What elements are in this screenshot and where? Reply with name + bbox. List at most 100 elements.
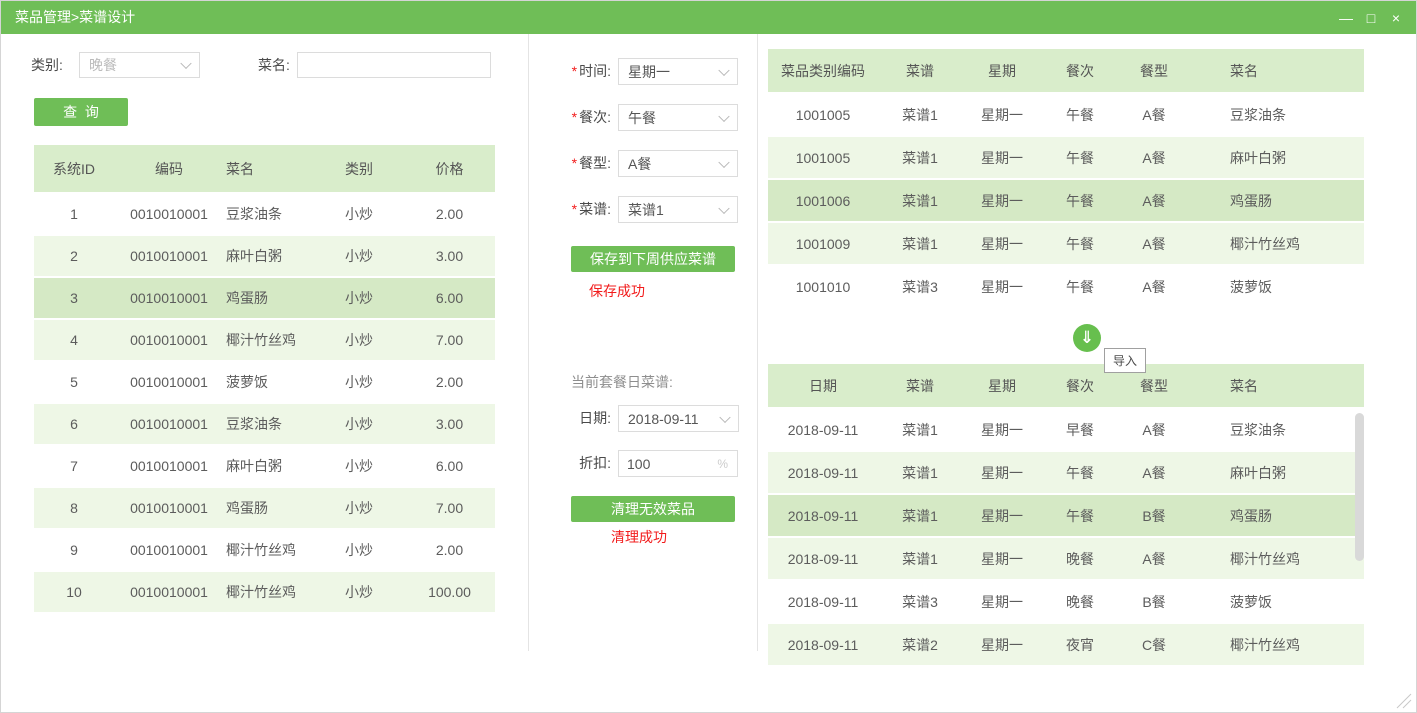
table-cell: 2018-09-11 <box>768 624 878 665</box>
table-cell: 菜谱1 <box>878 137 962 178</box>
table-cell: 0010010001 <box>114 404 224 444</box>
dish-table: 系统ID编码菜名类别价格10010010001豆浆油条小炒2.002001001… <box>34 145 495 614</box>
table-row[interactable]: 1001005菜谱1星期一午餐A餐麻叶白粥 <box>768 137 1364 180</box>
meal-select-value: 午餐 <box>628 108 656 128</box>
table-cell: A餐 <box>1118 538 1190 579</box>
table-row[interactable]: 2018-09-11菜谱3星期一晚餐B餐菠萝饭 <box>768 581 1364 624</box>
column-header: 日期 <box>768 364 878 407</box>
column-header: 类别 <box>314 145 404 192</box>
table-cell: 午餐 <box>1042 495 1118 536</box>
table-cell: 7.00 <box>404 488 495 528</box>
required-asterisk: * <box>572 155 577 171</box>
table-cell: 小炒 <box>314 320 404 360</box>
table-cell: C餐 <box>1118 624 1190 665</box>
chevron-down-icon <box>718 64 729 75</box>
discount-input[interactable] <box>619 456 717 472</box>
table-row[interactable]: 2018-09-11菜谱1星期一晚餐A餐椰汁竹丝鸡 <box>768 538 1364 581</box>
table-row[interactable]: 30010010001鸡蛋肠小炒6.00 <box>34 278 495 320</box>
column-header: 餐次 <box>1042 49 1118 92</box>
table-cell: 2.00 <box>404 530 495 570</box>
save-next-week-button[interactable]: 保存到下周供应菜谱 <box>571 246 735 272</box>
table-row[interactable]: 20010010001麻叶白粥小炒3.00 <box>34 236 495 278</box>
table-row[interactable]: 10010010001豆浆油条小炒2.00 <box>34 194 495 236</box>
title-bar: 菜品管理>菜谱设计 — □ × <box>1 1 1416 34</box>
table-row[interactable]: 40010010001椰汁竹丝鸡小炒7.00 <box>34 320 495 362</box>
search-button[interactable]: 查 询 <box>34 98 128 126</box>
time-select-value: 星期一 <box>628 62 670 82</box>
table-cell: 星期一 <box>962 538 1042 579</box>
table-cell: 小炒 <box>314 530 404 570</box>
table-cell: 星期一 <box>962 581 1042 622</box>
table-cell: 2018-09-11 <box>768 495 878 536</box>
table-cell: A餐 <box>1118 452 1190 493</box>
table-cell: 豆浆油条 <box>1190 94 1364 135</box>
table-cell: 0010010001 <box>114 194 224 234</box>
date-select[interactable]: 2018-09-11 <box>618 405 739 432</box>
time-select[interactable]: 星期一 <box>618 58 738 85</box>
category-select-value: 晚餐 <box>89 55 117 75</box>
vertical-scrollbar[interactable] <box>1355 413 1364 561</box>
table-row[interactable]: 90010010001椰汁竹丝鸡小炒2.00 <box>34 530 495 572</box>
menu-label: *菜谱: <box>521 196 611 223</box>
table-cell: 0010010001 <box>114 278 224 318</box>
table-cell: 1001010 <box>768 266 878 307</box>
discount-label: 折扣: <box>521 450 611 477</box>
table-cell: 午餐 <box>1042 452 1118 493</box>
table-row[interactable]: 2018-09-11菜谱1星期一早餐A餐豆浆油条 <box>768 409 1364 452</box>
table-row[interactable]: 80010010001鸡蛋肠小炒7.00 <box>34 488 495 530</box>
minimize-icon[interactable]: — <box>1338 10 1354 26</box>
resize-grip-icon[interactable] <box>1394 691 1412 709</box>
table-row[interactable]: 2018-09-11菜谱1星期一午餐B餐鸡蛋肠 <box>768 495 1364 538</box>
table-cell: 0010010001 <box>114 572 224 612</box>
menu-select[interactable]: 菜谱1 <box>618 196 738 223</box>
table-cell: 豆浆油条 <box>224 194 314 234</box>
import-arrow-button[interactable]: ⇓ <box>1073 324 1101 352</box>
category-select[interactable]: 晚餐 <box>79 52 200 78</box>
table-cell: 麻叶白粥 <box>224 446 314 486</box>
table-cell: 菜谱1 <box>878 94 962 135</box>
column-header: 餐型 <box>1118 49 1190 92</box>
column-header: 菜谱 <box>878 364 962 407</box>
table-row[interactable]: 1001009菜谱1星期一午餐A餐椰汁竹丝鸡 <box>768 223 1364 266</box>
table-cell: 1001005 <box>768 94 878 135</box>
table-row[interactable]: 1001006菜谱1星期一午餐A餐鸡蛋肠 <box>768 180 1364 223</box>
table-cell: 小炒 <box>314 236 404 276</box>
table-row[interactable]: 70010010001麻叶白粥小炒6.00 <box>34 446 495 488</box>
table-row[interactable]: 1001010菜谱3星期一午餐A餐菠萝饭 <box>768 266 1364 309</box>
table-row[interactable]: 2018-09-11菜谱2星期一夜宵C餐椰汁竹丝鸡 <box>768 624 1364 667</box>
table-row[interactable]: 50010010001菠萝饭小炒2.00 <box>34 362 495 404</box>
table-row[interactable]: 60010010001豆浆油条小炒3.00 <box>34 404 495 446</box>
table-cell: 鸡蛋肠 <box>1190 495 1364 536</box>
meal-type-select[interactable]: A餐 <box>618 150 738 177</box>
table-cell: 8 <box>34 488 114 528</box>
table-cell: 0010010001 <box>114 362 224 402</box>
table-cell: 椰汁竹丝鸡 <box>1190 624 1364 665</box>
table-cell: 1001009 <box>768 223 878 264</box>
table-cell: 豆浆油条 <box>224 404 314 444</box>
table-cell: 100.00 <box>404 572 495 612</box>
close-icon[interactable]: × <box>1388 10 1404 26</box>
table-cell: 菜谱3 <box>878 266 962 307</box>
table-cell: A餐 <box>1118 223 1190 264</box>
table-cell: A餐 <box>1118 137 1190 178</box>
meal-select[interactable]: 午餐 <box>618 104 738 131</box>
column-header: 菜谱 <box>878 49 962 92</box>
discount-field-wrap: % <box>618 450 738 477</box>
clean-invalid-dishes-button[interactable]: 清理无效菜品 <box>571 496 735 522</box>
table-cell: 椰汁竹丝鸡 <box>224 530 314 570</box>
table-cell: 麻叶白粥 <box>1190 137 1364 178</box>
maximize-icon[interactable]: □ <box>1363 10 1379 26</box>
import-tooltip: 导入 <box>1104 348 1146 373</box>
divider-right <box>757 34 758 651</box>
table-cell: 3.00 <box>404 236 495 276</box>
table-cell: 菜谱3 <box>878 581 962 622</box>
arrow-down-icon: ⇓ <box>1080 328 1094 348</box>
table-row[interactable]: 2018-09-11菜谱1星期一午餐A餐麻叶白粥 <box>768 452 1364 495</box>
table-cell: 4 <box>34 320 114 360</box>
table-row[interactable]: 100010010001椰汁竹丝鸡小炒100.00 <box>34 572 495 614</box>
table-cell: A餐 <box>1118 409 1190 450</box>
table-cell: 小炒 <box>314 194 404 234</box>
dish-name-input[interactable] <box>298 57 490 73</box>
table-cell: 小炒 <box>314 362 404 402</box>
table-row[interactable]: 1001005菜谱1星期一午餐A餐豆浆油条 <box>768 94 1364 137</box>
